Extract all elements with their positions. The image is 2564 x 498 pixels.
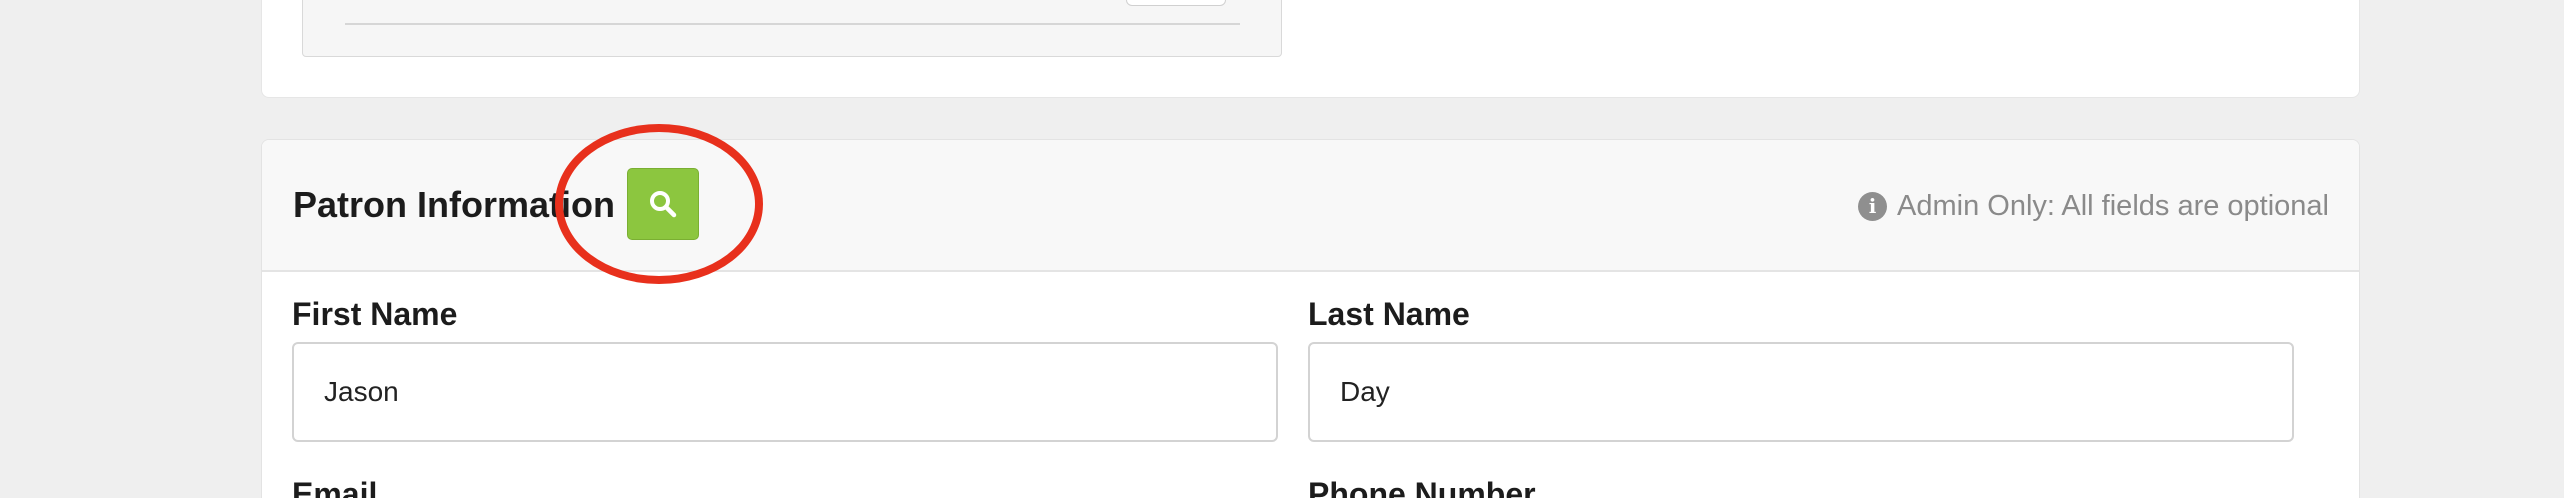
patron-search-button[interactable] — [627, 168, 699, 240]
first-name-label: First Name — [292, 296, 458, 332]
page: Patron Information i Admin Only: All fie… — [0, 0, 2564, 498]
last-name-field[interactable] — [1308, 342, 2294, 442]
upper-inner-panel — [302, 0, 1282, 57]
section-title: Patron Information — [293, 184, 615, 225]
last-name-label: Last Name — [1308, 296, 1470, 332]
upper-panel-button[interactable] — [1126, 0, 1226, 6]
phone-number-label: Phone Number — [1308, 476, 1536, 498]
divider — [345, 23, 1240, 25]
admin-only-note: i Admin Only: All fields are optional — [1858, 190, 2329, 223]
email-label: Email — [292, 476, 378, 498]
first-name-field[interactable] — [292, 342, 1278, 442]
admin-note-text: Admin Only: All fields are optional — [1897, 190, 2329, 222]
info-circle-icon: i — [1858, 192, 1887, 221]
patron-card-header: Patron Information i Admin Only: All fie… — [262, 140, 2359, 272]
search-icon — [650, 191, 677, 218]
